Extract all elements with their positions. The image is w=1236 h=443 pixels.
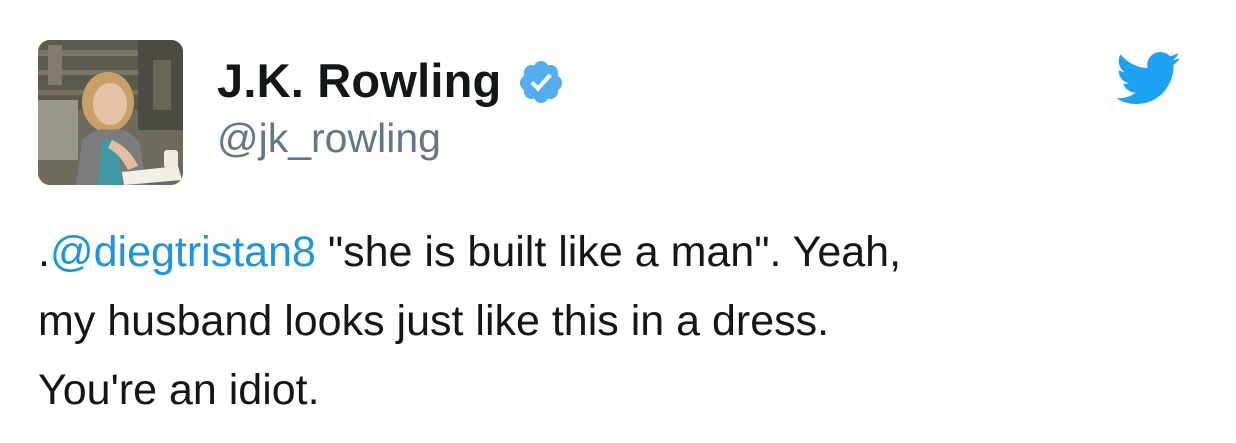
mention-link[interactable]: @diegtristan8 bbox=[50, 228, 316, 276]
avatar[interactable] bbox=[38, 40, 183, 185]
tweet-text: .@diegtristan8 "she is built like a man"… bbox=[38, 218, 1208, 425]
display-name[interactable]: J.K. Rowling bbox=[217, 53, 501, 108]
author-header: J.K. Rowling bbox=[217, 50, 565, 110]
tweet-text-prefix: . bbox=[38, 228, 50, 276]
twitter-bird-icon[interactable] bbox=[1116, 52, 1181, 105]
tweet-line-1: .@diegtristan8 "she is built like a man"… bbox=[38, 218, 1208, 287]
tweet-line-3: You're an idiot. bbox=[38, 366, 320, 414]
tweet-text-segment: "she is built like a man". Yeah, bbox=[315, 228, 902, 276]
profile-photo bbox=[38, 40, 183, 185]
tweet-line-2: my husband looks just like this in a dre… bbox=[38, 297, 830, 345]
user-handle[interactable]: @jk_rowling bbox=[217, 115, 441, 162]
verified-badge-icon bbox=[517, 58, 565, 106]
